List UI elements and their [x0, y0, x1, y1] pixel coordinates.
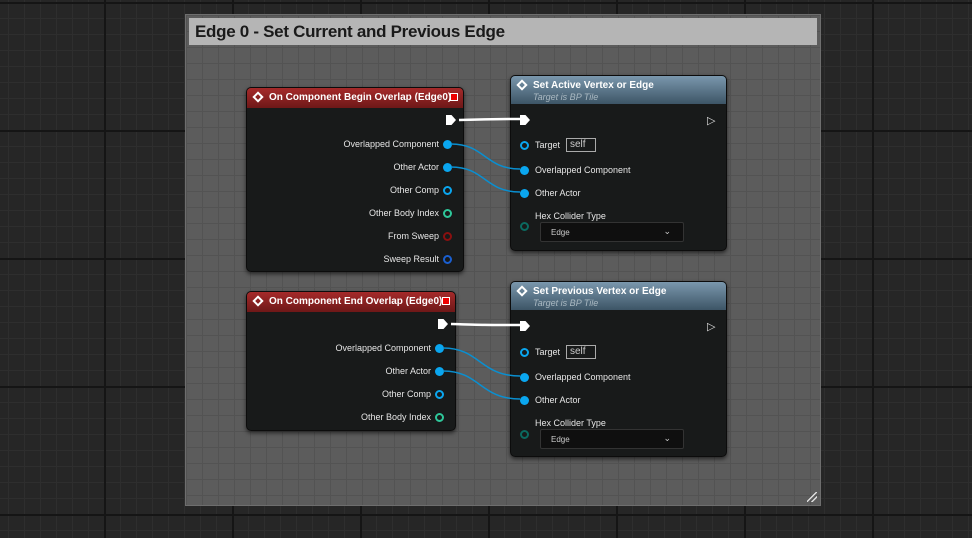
- overlapped-component-pin[interactable]: [520, 166, 529, 175]
- function-icon: [516, 79, 528, 91]
- set-active-node[interactable]: Set Active Vertex or Edge Target is BP Ti…: [510, 75, 727, 251]
- pin-label: Hex Collider Type: [535, 418, 606, 428]
- comment-title[interactable]: Edge 0 - Set Current and Previous Edge: [189, 18, 817, 45]
- hex-collider-type-pin[interactable]: [520, 222, 529, 231]
- exec-in-pin[interactable]: [520, 321, 530, 331]
- pin-label: Hex Collider Type: [535, 211, 606, 221]
- target-input[interactable]: self: [566, 138, 596, 152]
- from-sweep-pin[interactable]: [443, 232, 452, 241]
- other-actor-pin[interactable]: [443, 163, 452, 172]
- stop-icon: [442, 297, 450, 305]
- overlapped-component-pin[interactable]: [435, 344, 444, 353]
- pin-label: Other Comp: [389, 185, 439, 195]
- node-subtitle: Target is BP Tile: [533, 92, 599, 102]
- node-title: On Component Begin Overlap (Edge0): [269, 92, 452, 103]
- exec-out-pin[interactable]: ▷: [707, 320, 715, 333]
- hex-collider-type-dropdown[interactable]: Edge ⌄: [540, 429, 684, 449]
- chevron-down-icon: ⌄: [663, 433, 671, 443]
- pin-label: Other Comp: [381, 389, 431, 399]
- pin-label: Other Actor: [393, 162, 439, 172]
- pin-label: Other Actor: [385, 366, 431, 376]
- other-body-index-pin[interactable]: [443, 209, 452, 218]
- dropdown-value: Edge: [551, 228, 570, 237]
- other-body-index-pin[interactable]: [435, 413, 444, 422]
- set-previous-node[interactable]: Set Previous Vertex or Edge Target is BP …: [510, 281, 727, 457]
- function-icon: [516, 285, 528, 297]
- event-icon: [252, 91, 264, 103]
- overlapped-component-pin[interactable]: [443, 140, 452, 149]
- event-icon: [252, 295, 264, 307]
- hex-collider-type-pin[interactable]: [520, 430, 529, 439]
- exec-out-pin[interactable]: [446, 115, 456, 125]
- pin-label: Target: [535, 140, 561, 150]
- exec-in-pin[interactable]: [520, 115, 530, 125]
- pin-label: Other Body Index: [368, 208, 439, 218]
- pin-label: Target: [535, 347, 561, 357]
- sweep-result-pin[interactable]: [443, 255, 452, 264]
- other-actor-pin[interactable]: [435, 367, 444, 376]
- node-header: Set Active Vertex or Edge Target is BP Ti…: [511, 76, 726, 104]
- node-title: On Component End Overlap (Edge0): [269, 296, 443, 307]
- other-comp-pin[interactable]: [443, 186, 452, 195]
- node-subtitle: Target is BP Tile: [533, 298, 599, 308]
- pin-label: Overlapped Component: [535, 165, 631, 175]
- other-actor-pin[interactable]: [520, 189, 529, 198]
- pin-label: Overlapped Component: [343, 139, 439, 149]
- chevron-down-icon: ⌄: [663, 226, 671, 236]
- node-header: On Component End Overlap (Edge0): [247, 292, 455, 312]
- target-pin[interactable]: [520, 141, 529, 150]
- target-pin[interactable]: [520, 348, 529, 357]
- resize-handle-icon[interactable]: [807, 492, 817, 502]
- node-header: Set Previous Vertex or Edge Target is BP …: [511, 282, 726, 310]
- target-input[interactable]: self: [566, 345, 596, 359]
- begin-overlap-node[interactable]: On Component Begin Overlap (Edge0) Overl…: [246, 87, 464, 272]
- dropdown-value: Edge: [551, 435, 570, 444]
- node-header: On Component Begin Overlap (Edge0): [247, 88, 463, 108]
- pin-label: Other Actor: [535, 395, 581, 405]
- pin-label: Other Actor: [535, 188, 581, 198]
- stop-icon: [450, 93, 458, 101]
- exec-out-pin[interactable]: [438, 319, 448, 329]
- pin-label: Overlapped Component: [535, 372, 631, 382]
- other-comp-pin[interactable]: [435, 390, 444, 399]
- node-title: Set Active Vertex or Edge: [533, 80, 654, 91]
- hex-collider-type-dropdown[interactable]: Edge ⌄: [540, 222, 684, 242]
- pin-label: Overlapped Component: [335, 343, 431, 353]
- pin-label: Sweep Result: [383, 254, 439, 264]
- overlapped-component-pin[interactable]: [520, 373, 529, 382]
- node-title: Set Previous Vertex or Edge: [533, 286, 667, 297]
- pin-label: Other Body Index: [360, 412, 431, 422]
- exec-out-pin[interactable]: ▷: [707, 114, 715, 127]
- other-actor-pin[interactable]: [520, 396, 529, 405]
- end-overlap-node[interactable]: On Component End Overlap (Edge0) Overlap…: [246, 291, 456, 431]
- pin-label: From Sweep: [387, 231, 439, 241]
